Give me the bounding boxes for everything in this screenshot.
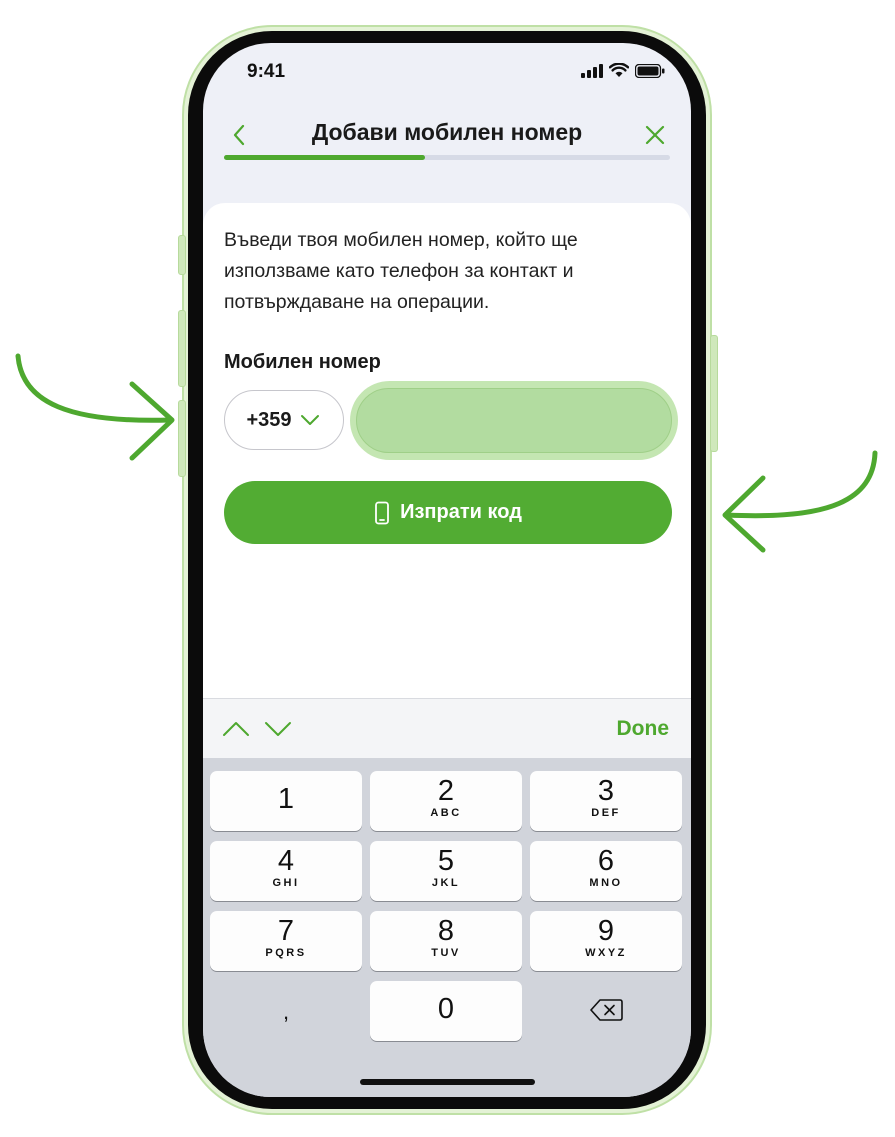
close-icon	[645, 125, 665, 145]
country-code-select[interactable]: +359	[224, 390, 344, 450]
key-letters: GHI	[272, 877, 300, 889]
volume-down-button	[178, 400, 186, 477]
backspace-icon	[590, 999, 623, 1021]
description-line: Въведи твоя мобилен номер, който ще	[224, 229, 578, 251]
key-2[interactable]: 2 ABC	[370, 771, 522, 831]
key-1[interactable]: 1	[210, 771, 362, 831]
close-button[interactable]	[637, 117, 673, 153]
key-letters: PQRS	[265, 947, 307, 959]
phone-screen: 9:41 Добави мобилен номер Въведи твоя мо…	[203, 43, 691, 1097]
status-icons	[581, 63, 665, 78]
key-digit: 7	[277, 915, 295, 947]
key-digit: 6	[597, 845, 615, 877]
right-pointer-arrow-icon	[722, 450, 878, 553]
cellular-signal-icon	[581, 63, 603, 78]
key-letters: JKL	[431, 877, 461, 889]
done-button[interactable]: Done	[617, 717, 670, 741]
volume-up-button	[178, 310, 186, 387]
send-code-label: Изпрати код	[400, 501, 522, 523]
header: Добави мобилен номер	[203, 103, 691, 173]
previous-field-button[interactable]	[221, 714, 251, 744]
phone-number-input[interactable]	[356, 388, 672, 453]
numeric-keypad: 1 2 ABC 3 DEF 4 GHI 5 JKL 6 MNO 7 PQRS 8…	[203, 758, 691, 1097]
key-digit: 2	[437, 775, 455, 807]
left-pointer-arrow-icon	[15, 353, 175, 461]
chevron-down-icon	[300, 415, 319, 425]
key-letters: WXYZ	[585, 947, 627, 959]
key-digit: 8	[437, 915, 455, 947]
progress-bar	[224, 155, 670, 160]
key-digit: 9	[597, 915, 615, 947]
next-field-button[interactable]	[263, 714, 293, 744]
progress-bar-fill	[224, 155, 425, 160]
key-digit: ,	[282, 999, 290, 1024]
description-line: потвърждаване на операции.	[224, 291, 490, 313]
key-digit: 5	[437, 845, 455, 877]
description-line: използваме като телефон за контакт и	[224, 260, 574, 282]
back-button[interactable]	[223, 117, 259, 153]
mobile-number-label: Мобилен номер	[224, 351, 381, 373]
key-letters: TUV	[431, 947, 461, 959]
silent-switch	[178, 235, 186, 275]
battery-icon	[635, 63, 665, 78]
key-5[interactable]: 5 JKL	[370, 841, 522, 901]
key-0[interactable]: 0	[370, 981, 522, 1041]
key-8[interactable]: 8 TUV	[370, 911, 522, 971]
country-code-value: +359	[246, 408, 292, 431]
key-6[interactable]: 6 MNO	[530, 841, 682, 901]
keyboard-toolbar: Done	[203, 698, 691, 759]
key-7[interactable]: 7 PQRS	[210, 911, 362, 971]
home-indicator	[360, 1079, 535, 1085]
send-code-button[interactable]: Изпрати код	[224, 481, 672, 544]
chevron-left-icon	[233, 124, 245, 146]
status-time: 9:41	[247, 61, 286, 82]
mobile-phone-icon	[375, 501, 390, 524]
wifi-icon	[609, 63, 629, 77]
key-9[interactable]: 9 WXYZ	[530, 911, 682, 971]
key-comma[interactable]: ,	[210, 981, 362, 1041]
key-letters: ABC	[430, 807, 462, 819]
description-text: Въведи твоя мобилен номер, който ще изпо…	[224, 225, 644, 318]
key-digit: 4	[277, 845, 295, 877]
key-digit: 1	[277, 783, 295, 815]
key-digit: 3	[597, 775, 615, 807]
backspace-key[interactable]	[530, 981, 682, 1041]
key-letters: MNO	[589, 877, 623, 889]
power-button	[710, 335, 718, 452]
status-bar: 9:41	[203, 43, 691, 103]
page-title: Добави мобилен номер	[311, 119, 583, 145]
key-digit: 0	[437, 993, 455, 1025]
key-letters: DEF	[591, 807, 621, 819]
key-3[interactable]: 3 DEF	[530, 771, 682, 831]
key-4[interactable]: 4 GHI	[210, 841, 362, 901]
content-card: Въведи твоя мобилен номер, който ще изпо…	[203, 203, 691, 703]
chevron-down-icon	[265, 722, 291, 736]
chevron-up-icon	[223, 722, 249, 736]
